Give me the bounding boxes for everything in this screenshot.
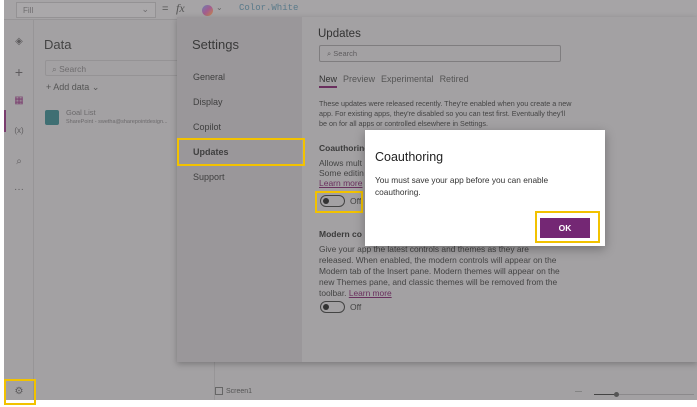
- tab-preview[interactable]: Preview: [343, 74, 375, 84]
- equals-sign: =: [162, 3, 169, 15]
- search-placeholder: Search: [59, 64, 87, 74]
- plus-icon[interactable]: +: [4, 64, 34, 80]
- layers-icon[interactable]: ◈: [4, 36, 34, 47]
- tab-retired[interactable]: Retired: [440, 74, 469, 84]
- sharepoint-icon: [45, 110, 59, 125]
- fx-icon[interactable]: fx: [176, 1, 185, 16]
- zoom-out-button[interactable]: —: [575, 388, 582, 395]
- modern-controls-title: Modern co: [319, 229, 362, 239]
- add-data-label: Add data: [53, 82, 90, 92]
- nav-general[interactable]: General: [193, 72, 225, 82]
- screen-icon: [215, 387, 223, 395]
- tab-experimental[interactable]: Experimental: [381, 74, 434, 84]
- highlight-ok: [535, 211, 600, 243]
- nav-copilot[interactable]: Copilot: [193, 122, 221, 132]
- modern-controls-toggle[interactable]: [320, 301, 345, 313]
- more-icon[interactable]: ···: [4, 184, 34, 195]
- updates-tabs: New Preview Experimental Retired: [319, 74, 475, 88]
- chevron-down-icon: ⌄: [141, 4, 149, 14]
- nav-display[interactable]: Display: [193, 97, 223, 107]
- chevron-down-icon[interactable]: ⌄: [216, 3, 223, 12]
- grid-icon[interactable]: ▦: [4, 95, 34, 106]
- left-rail: ◈ + ▦ (x) ⌕ ··· ⚙: [4, 20, 34, 400]
- updates-intro: These updates were released recently. Th…: [319, 99, 572, 128]
- toggle-state: Off: [350, 302, 362, 312]
- modern-controls-desc: Give your app the latest controls and th…: [319, 244, 564, 299]
- learn-more-link[interactable]: Learn more: [349, 288, 392, 298]
- updates-search-input[interactable]: ⌕ Search: [319, 45, 561, 62]
- highlight-updates: [177, 138, 305, 166]
- settings-nav: Settings General Display Copilot Updates…: [177, 17, 302, 362]
- property-value: Fill: [23, 6, 34, 15]
- dialog-title: Coauthoring: [375, 150, 444, 164]
- add-data-button[interactable]: + Add data ⌄: [46, 82, 99, 93]
- zoom-slider[interactable]: [594, 392, 694, 397]
- panel-title: Data: [44, 37, 72, 52]
- screen-name: Screen1: [226, 387, 253, 395]
- coauthoring-title: Coauthoring: [319, 143, 370, 153]
- updates-title: Updates: [318, 28, 361, 40]
- source-detail: SharePoint - swetha@sharepointdesign...: [66, 119, 168, 125]
- zoom-fill: [594, 394, 616, 395]
- search-placeholder: Search: [333, 49, 358, 58]
- highlight-settings: [4, 379, 36, 405]
- dialog-message: You must save your app before you can en…: [375, 175, 549, 197]
- copilot-icon[interactable]: [202, 5, 213, 16]
- settings-title: Settings: [192, 37, 239, 52]
- nav-support[interactable]: Support: [193, 172, 225, 182]
- search-icon[interactable]: ⌕: [4, 156, 34, 167]
- zoom-handle[interactable]: [614, 392, 619, 397]
- highlight-toggle: [315, 191, 363, 213]
- variables-icon[interactable]: (x): [4, 126, 34, 135]
- tab-new[interactable]: New: [319, 74, 338, 88]
- chevron-down-icon: ⌄: [91, 82, 100, 92]
- screen-tab[interactable]: Screen1: [215, 387, 252, 395]
- data-search-input[interactable]: ⌕ Search: [45, 60, 195, 76]
- source-name: Goal List: [66, 108, 96, 117]
- property-dropdown[interactable]: Fill ⌄: [16, 2, 156, 18]
- formula-input[interactable]: Color.White: [239, 3, 298, 13]
